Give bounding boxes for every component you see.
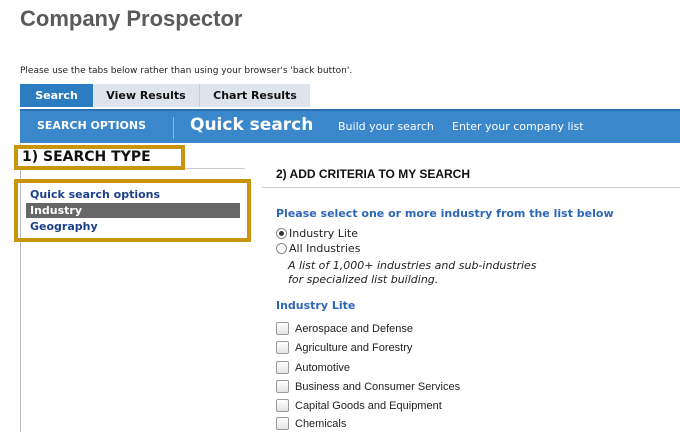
radio-industry-lite[interactable]: Industry Lite — [276, 227, 358, 240]
all-industries-description-line: A list of 1,000+ industries and sub-indu… — [288, 259, 537, 272]
checkbox[interactable] — [276, 417, 289, 430]
criteria-divider — [262, 187, 680, 188]
menu-item-industry[interactable]: Industry — [26, 203, 240, 218]
industry-label: Automotive — [295, 361, 351, 374]
menu-item-quick-search-options[interactable]: Quick search options — [26, 187, 240, 202]
checkbox[interactable] — [276, 341, 289, 354]
add-criteria-heading: 2) ADD CRITERIA TO MY SEARCH — [276, 167, 471, 181]
build-your-search-link[interactable]: Build your search — [338, 120, 434, 133]
radio-label: All Industries — [289, 242, 361, 255]
industry-label: Chemicals — [295, 417, 347, 430]
checkbox[interactable] — [276, 399, 289, 412]
enter-company-list-link[interactable]: Enter your company list — [452, 120, 584, 133]
radio-all-industries[interactable]: All Industries — [276, 242, 360, 255]
checkbox[interactable] — [276, 322, 289, 335]
checkbox[interactable] — [276, 361, 289, 374]
app-title: Company Prospector — [20, 6, 243, 31]
section-divider — [185, 168, 245, 169]
industry-checkbox-row[interactable]: Aerospace and Defense — [276, 322, 413, 335]
industry-label: Agriculture and Forestry — [295, 341, 413, 354]
industry-label: Capital Goods and Equipment — [295, 399, 442, 412]
tab-search[interactable]: Search — [20, 84, 93, 107]
menu-item-geography[interactable]: Geography — [26, 219, 240, 234]
industry-label: Aerospace and Defense — [295, 322, 414, 335]
back-button-hint: Please use the tabs below rather than us… — [20, 66, 353, 76]
industry-checkbox-row[interactable]: Agriculture and Forestry — [276, 341, 412, 354]
industry-checkbox-row[interactable]: Automotive — [276, 361, 350, 374]
industry-label: Business and Consumer Services — [295, 380, 461, 393]
search-options-bar: SEARCH OPTIONS Quick search Build your s… — [20, 109, 680, 143]
radio-selected-icon[interactable] — [276, 228, 287, 239]
radio-unselected-icon[interactable] — [276, 243, 287, 254]
tab-view-results[interactable]: View Results — [93, 84, 200, 107]
industry-checkbox-row[interactable]: Capital Goods and Equipment — [276, 399, 442, 412]
search-options-label: SEARCH OPTIONS — [37, 119, 147, 132]
industry-lite-heading: Industry Lite — [276, 299, 356, 312]
checkbox[interactable] — [276, 380, 289, 393]
search-type-heading: 1) SEARCH TYPE — [22, 149, 151, 165]
option-bar-divider — [173, 117, 174, 139]
industry-instruction: Please select one or more industry from … — [276, 207, 614, 220]
radio-label: Industry Lite — [289, 227, 359, 240]
all-industries-description-line: for specialized list building. — [288, 273, 439, 286]
quick-search-link[interactable]: Quick search — [190, 115, 313, 135]
industry-checkbox-row[interactable]: Business and Consumer Services — [276, 380, 460, 393]
tab-chart-results[interactable]: Chart Results — [200, 84, 310, 107]
industry-checkbox-row[interactable]: Chemicals — [276, 417, 346, 430]
